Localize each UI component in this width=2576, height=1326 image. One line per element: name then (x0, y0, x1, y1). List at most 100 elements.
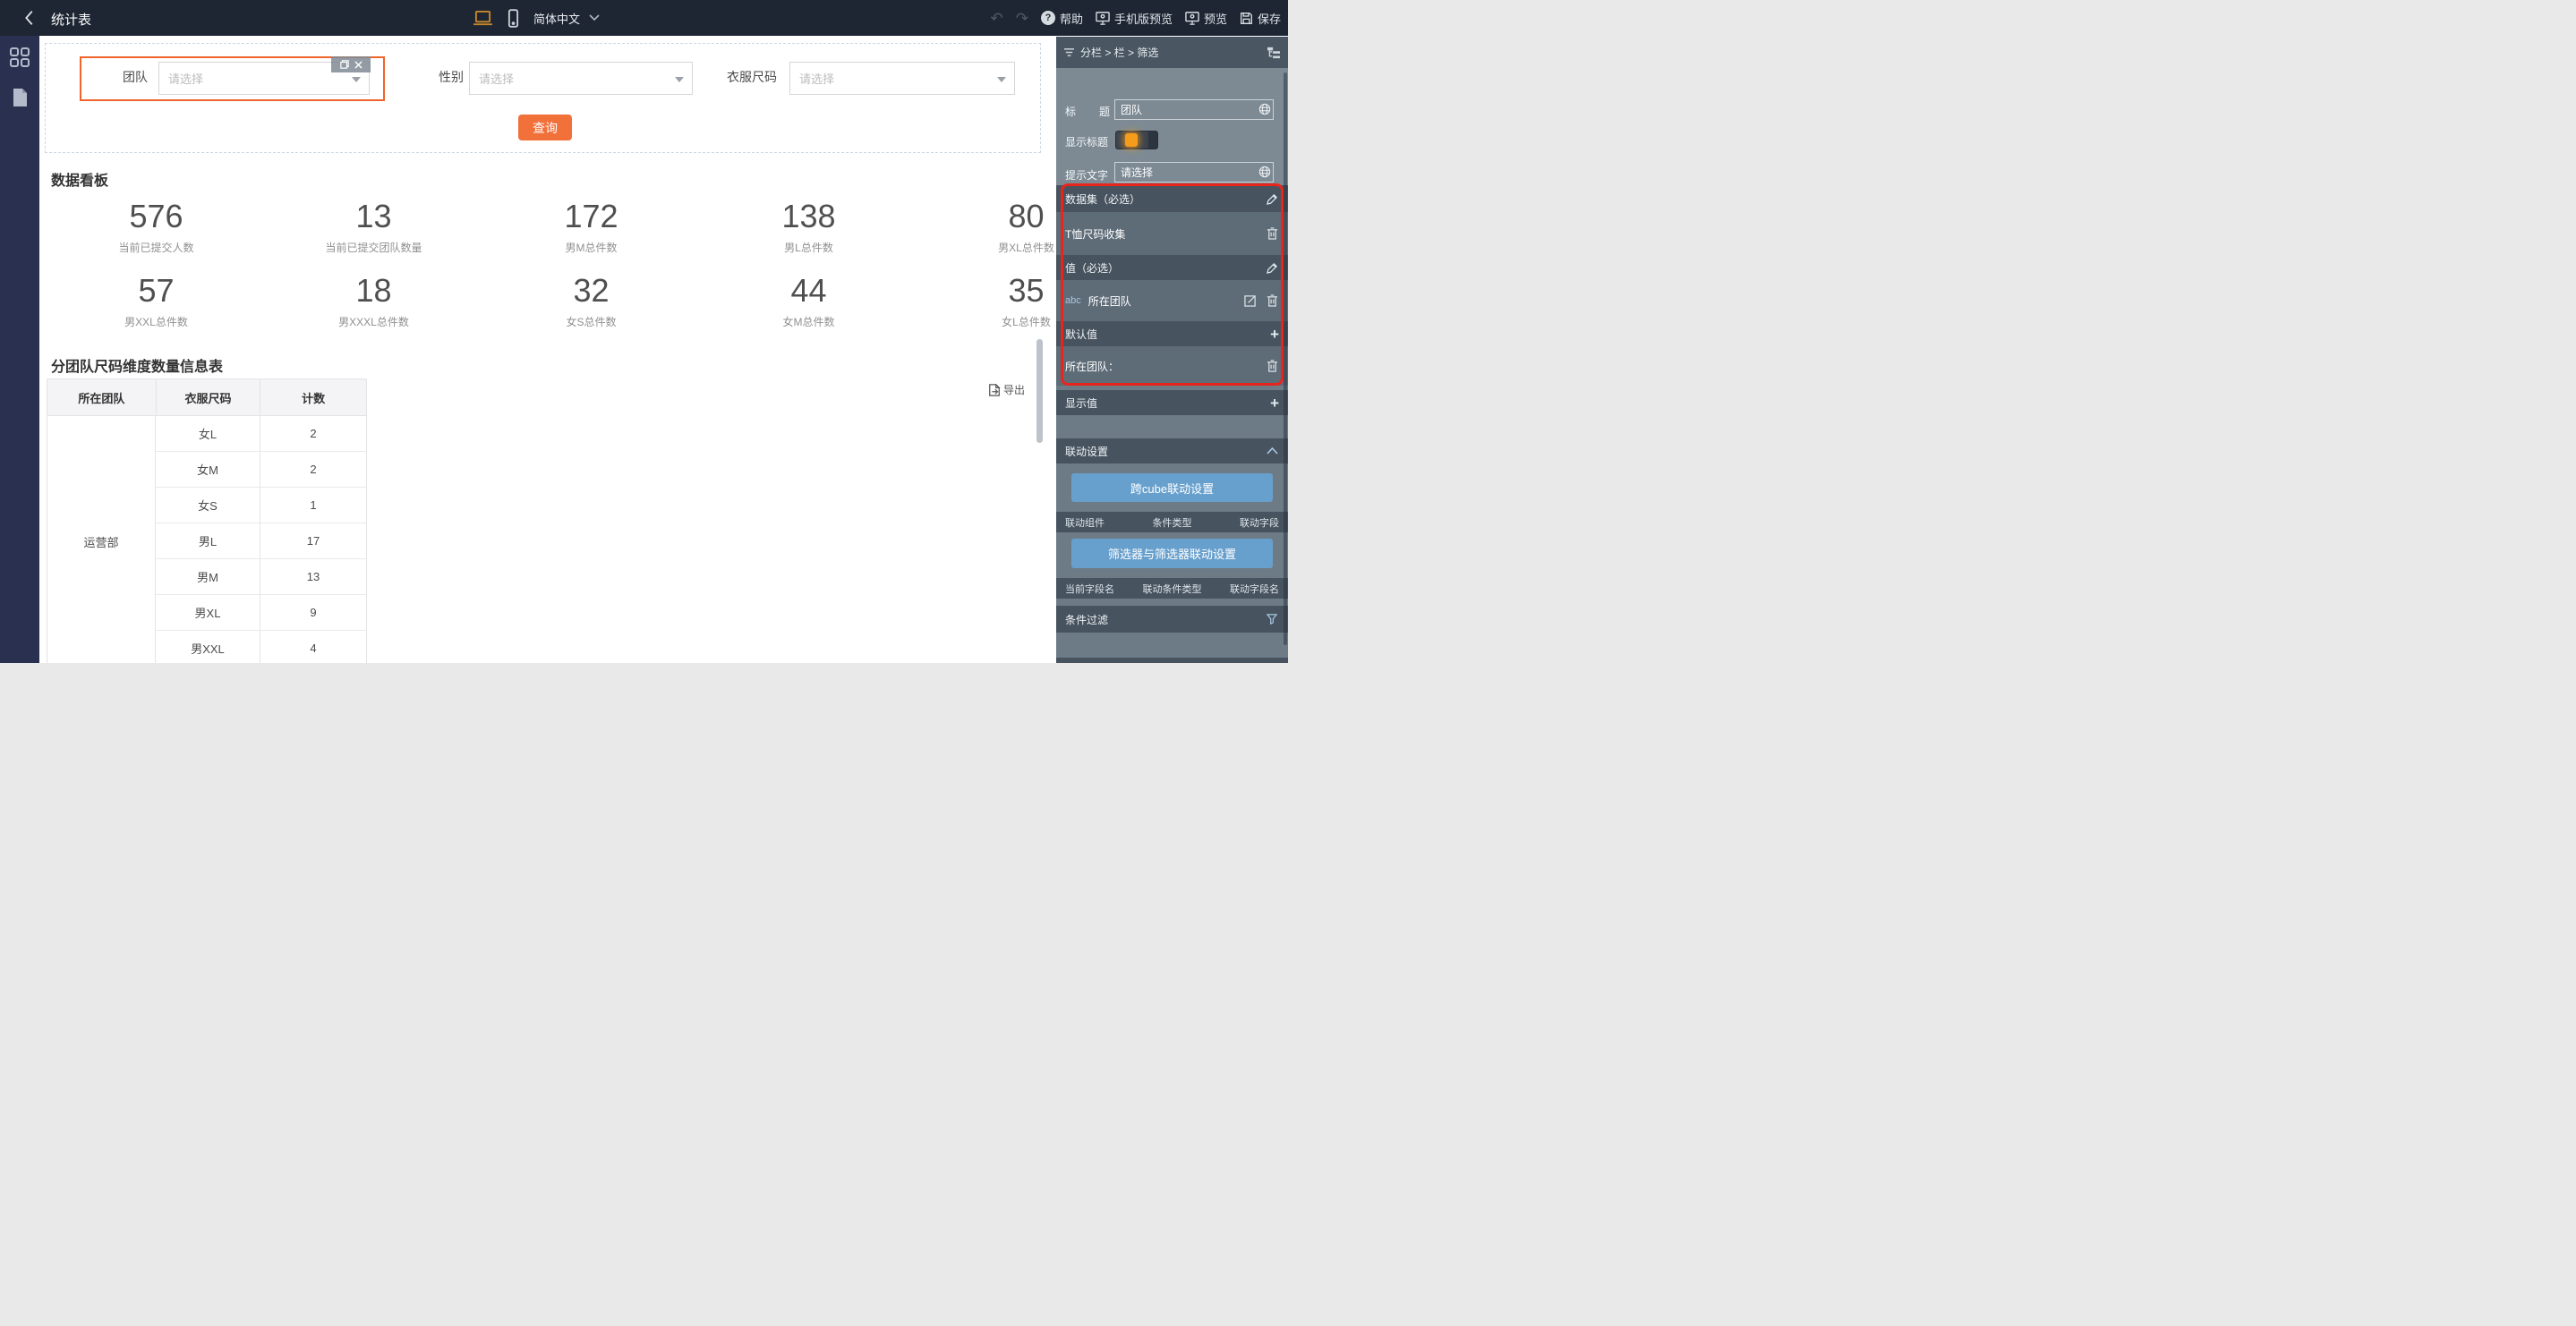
count-cell: 2 (260, 452, 367, 488)
stat-value: 44 (790, 272, 827, 309)
stat-card: 138 男L总件数 (700, 199, 917, 255)
stat-value: 138 (781, 198, 836, 234)
topbar-center: 简体中文 (473, 0, 600, 36)
stat-card: 172 男M总件数 (482, 199, 700, 255)
preview-icon (1185, 11, 1199, 25)
table-row: 女S 1 (156, 488, 367, 523)
title-input[interactable] (1114, 99, 1274, 120)
edit-square-icon[interactable] (1243, 293, 1258, 308)
language-selector[interactable]: 简体中文 (533, 10, 600, 27)
desktop-view-icon[interactable] (473, 10, 493, 27)
widgets-grid-icon[interactable] (10, 47, 30, 67)
outline-tree-icon[interactable] (1267, 47, 1281, 59)
save-icon (1240, 12, 1252, 24)
stats-grid: 576 当前已提交人数 13 当前已提交团队数量 172 男M总件数 138 男L总件数… (47, 199, 1135, 329)
trash-icon[interactable] (1265, 226, 1279, 241)
funnel-icon[interactable] (1265, 612, 1279, 626)
value-field-name: 所在团队 (1088, 294, 1131, 308)
stat-value: 576 (129, 198, 183, 234)
default-value-row[interactable]: 所在团队： (1056, 346, 1288, 386)
count-cell: 4 (260, 631, 367, 663)
count-cell: 2 (260, 416, 367, 452)
stat-card: 44 女M总件数 (700, 273, 917, 329)
size-cell: 男XXL (156, 631, 260, 663)
export-label: 导出 (1003, 384, 1026, 396)
value-section-header: 值（必选） (1056, 255, 1288, 280)
globe-icon[interactable] (1258, 103, 1271, 115)
table-header-row: 所在团队 衣服尺码 计数 (47, 379, 367, 416)
trash-icon[interactable] (1265, 293, 1279, 308)
redo-icon[interactable]: ↷ (1016, 11, 1028, 26)
help-button[interactable]: ? 帮助 (1040, 10, 1083, 27)
linkage-col-label: 联动字段 (1240, 517, 1279, 529)
trash-icon[interactable] (1265, 359, 1279, 373)
size-cell: 男XL (156, 595, 260, 631)
panel-header: 分栏 > 栏 > 筛选 (1056, 37, 1288, 68)
undo-icon[interactable]: ↶ (990, 11, 1002, 26)
help-icon: ? (1040, 11, 1055, 25)
next-section-partial (1056, 658, 1288, 663)
mobile-preview-button[interactable]: 手机版预览 (1096, 10, 1173, 27)
copy-widget-icon[interactable] (339, 60, 349, 69)
preview-label: 预览 (1203, 12, 1227, 26)
size-select[interactable]: 请选择 (789, 62, 1015, 95)
panel-scrollbar-thumb[interactable] (1284, 72, 1287, 645)
export-button[interactable]: 导出 (988, 382, 1025, 397)
table-header-cell: 所在团队 (47, 379, 157, 416)
globe-icon[interactable] (1258, 166, 1271, 178)
stat-label: 当前已提交团队数量 (325, 242, 422, 254)
edit-pencil-icon[interactable] (1265, 191, 1279, 206)
linkage-section-header: 联动设置 (1056, 438, 1288, 463)
default-value-text: 所在团队： (1065, 360, 1120, 373)
query-button[interactable]: 查询 (518, 115, 572, 140)
stat-label: 女M总件数 (782, 316, 835, 328)
cross-cube-linkage-button[interactable]: 跨cube联动设置 (1071, 473, 1273, 502)
stat-value: 18 (355, 272, 392, 309)
count-cell: 17 (260, 523, 367, 559)
export-icon (989, 383, 1001, 396)
topbar-actions: ↶ ↷ ? 帮助 手机版预览 预览 保存 (990, 0, 1281, 36)
filter-linkage-button[interactable]: 筛选器与筛选器联动设置 (1071, 539, 1273, 568)
condition-header-label: 条件过滤 (1065, 613, 1109, 626)
mobile-preview-icon (1096, 11, 1110, 25)
table-row: 男L 17 (156, 523, 367, 559)
breadcrumb[interactable]: 分栏 > 栏 > 筛选 (1080, 45, 1261, 60)
add-default-icon[interactable]: + (1270, 327, 1279, 342)
size-cell: 男M (156, 559, 260, 595)
linkage-col-label: 条件类型 (1152, 517, 1192, 529)
table-row: 女M 2 (156, 452, 367, 488)
preview-button[interactable]: 预览 (1185, 10, 1227, 27)
default-header-label: 默认值 (1065, 327, 1098, 341)
filter-label-gender: 性别 (439, 70, 464, 84)
value-field-row[interactable]: abc 所在团队 (1056, 280, 1288, 321)
add-display-icon[interactable]: + (1270, 395, 1279, 411)
delete-widget-icon[interactable] (354, 60, 363, 69)
left-sidebar (0, 36, 39, 663)
hint-input[interactable] (1114, 162, 1274, 183)
filter-linkage-col-label: 联动条件类型 (1142, 583, 1202, 595)
page-file-icon[interactable] (10, 88, 30, 107)
text-type-badge: abc (1065, 295, 1081, 306)
linkage-header-label: 联动设置 (1065, 445, 1109, 458)
size-cell: 女S (156, 488, 260, 523)
summary-table: 所在团队 衣服尺码 计数 运营部 女L 2 女M 2 女S 1 男L 17 男M 13 男… (47, 378, 367, 663)
filter-linkage-col-label: 当前字段名 (1065, 583, 1114, 595)
dataset-row[interactable]: T恤尺码收集 (1056, 212, 1288, 255)
collapse-chevron-icon[interactable] (1265, 444, 1279, 458)
back-icon[interactable] (20, 8, 39, 28)
value-header-label: 值（必选） (1065, 261, 1120, 275)
mobile-view-icon[interactable] (508, 8, 519, 28)
table-rows: 女L 2 女M 2 女S 1 男L 17 男M 13 男XL 9 男XXL 4 (156, 416, 367, 663)
stat-label: 男XXXL总件数 (338, 316, 409, 328)
table-title: 分团队尺码维度数量信息表 (51, 360, 224, 375)
dataset-name: T恤尺码收集 (1065, 227, 1126, 241)
chevron-down-icon (589, 14, 600, 21)
main-scrollbar-thumb[interactable] (1036, 339, 1043, 443)
edit-pencil-icon[interactable] (1265, 260, 1279, 275)
page-title: 统计表 (51, 13, 92, 28)
save-button[interactable]: 保存 (1240, 10, 1281, 27)
gender-select[interactable]: 请选择 (469, 62, 693, 95)
caret-down-icon (997, 77, 1006, 82)
stat-value: 13 (355, 198, 392, 234)
show-title-toggle[interactable] (1115, 131, 1158, 149)
